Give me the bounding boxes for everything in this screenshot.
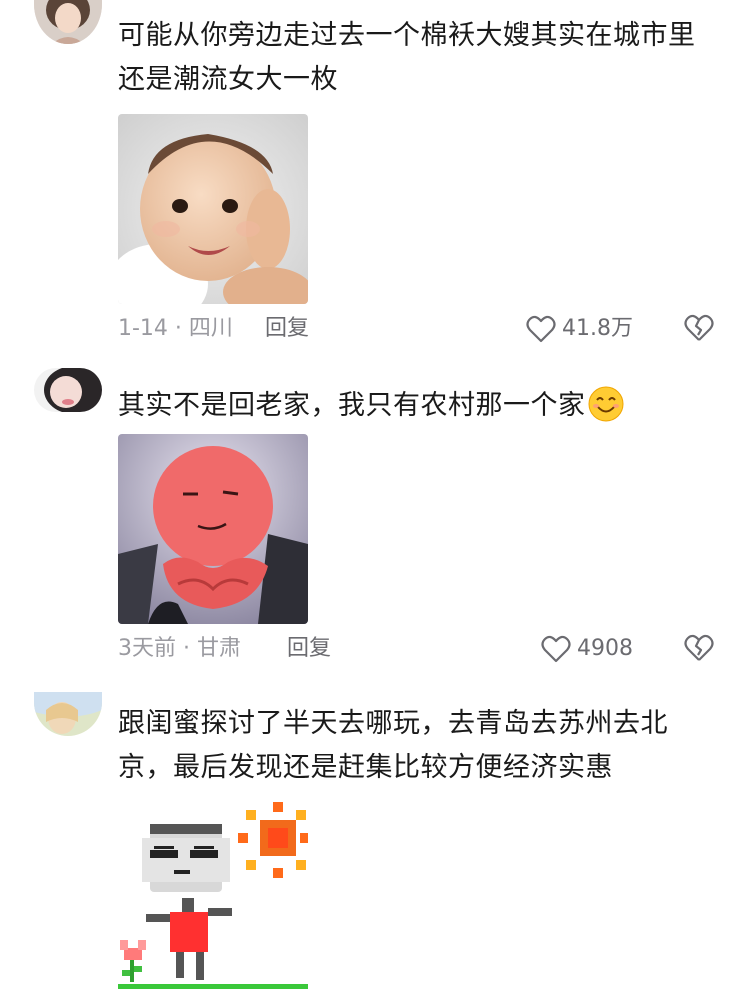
dislike-button[interactable]: [684, 314, 714, 346]
comment-text-line: 其实不是回老家，我只有农村那一个家: [118, 390, 586, 421]
comment-text-line: 还是潮流女大一枚: [118, 64, 338, 95]
user-avatar[interactable]: [34, 692, 102, 736]
comment-text: 跟闺蜜探讨了半天去哪玩，去青岛去苏州去北 京，最后发现还是赶集比较方便经济实惠: [118, 702, 718, 790]
comment-date-location: 1-14 · 四川: [118, 316, 233, 341]
user-avatar[interactable]: [34, 0, 102, 44]
red-face-sticker-image[interactable]: [118, 434, 308, 624]
reply-button[interactable]: 回复: [287, 634, 331, 664]
user-avatar[interactable]: [34, 368, 102, 412]
reply-button[interactable]: 回复: [265, 314, 309, 344]
like-count: 41.8万: [562, 316, 633, 341]
comment-text: 可能从你旁边走过去一个棉袄大嫂其实在城市里 还是潮流女大一枚: [118, 14, 718, 102]
like-button[interactable]: 41.8万: [526, 314, 633, 344]
baby-sticker-image[interactable]: [118, 114, 308, 304]
comment-text: 其实不是回老家，我只有农村那一个家: [118, 384, 718, 428]
broken-heart-icon: [684, 634, 714, 661]
heart-outline-icon: [526, 315, 556, 343]
comment-text-line: 京，最后发现还是赶集比较方便经济实惠: [118, 752, 613, 783]
broken-heart-icon: [684, 314, 714, 341]
dislike-button[interactable]: [684, 634, 714, 666]
comment-text-line: 跟闺蜜探讨了半天去哪玩，去青岛去苏州去北: [118, 708, 668, 739]
like-button[interactable]: 4908: [541, 634, 633, 664]
comment-date-location: 3天前 · 甘肃: [118, 636, 241, 661]
pixel-sticker-image[interactable]: [118, 798, 308, 994]
like-count: 4908: [577, 636, 633, 661]
comment-text-line: 可能从你旁边走过去一个棉袄大嫂其实在城市里: [118, 20, 696, 51]
heart-outline-icon: [541, 635, 571, 663]
smiling-face-emoji: [588, 386, 623, 422]
